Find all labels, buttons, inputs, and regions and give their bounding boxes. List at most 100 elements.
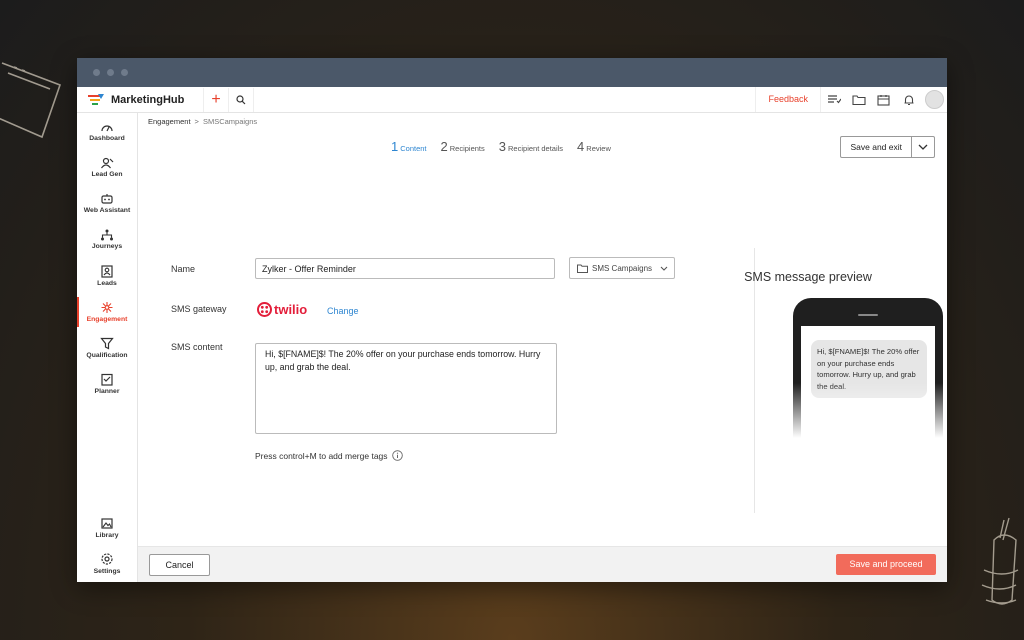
change-gateway-link[interactable]: Change — [327, 306, 359, 316]
breadcrumb-separator: > — [194, 117, 199, 126]
step-number: 1 — [391, 139, 399, 154]
window-dot[interactable] — [93, 69, 100, 76]
sidebar: Dashboard Lead Gen Web Assistant Journey… — [77, 113, 138, 582]
sidebar-item-journeys[interactable]: Journeys — [77, 222, 137, 258]
twilio-wordmark: twilio — [274, 302, 308, 317]
chevron-down-icon — [660, 266, 668, 271]
sidebar-item-label: Leads — [97, 279, 117, 287]
marketinghub-logo-icon — [88, 93, 104, 105]
step-label: Recipient details — [508, 144, 564, 153]
footer-bar: Cancel Save and proceed — [138, 546, 947, 582]
step-label: Review — [586, 144, 611, 153]
folder-icon — [851, 95, 866, 105]
feedback-link[interactable]: Feedback — [755, 87, 821, 112]
sidebar-item-label: Dashboard — [89, 134, 125, 142]
window-dot[interactable] — [107, 69, 114, 76]
add-button[interactable]: + — [203, 87, 229, 112]
save-options-dropdown[interactable] — [911, 137, 934, 157]
planner-icon — [101, 374, 113, 387]
search-icon — [236, 94, 246, 104]
step-number: 3 — [498, 139, 507, 154]
sidebar-item-settings[interactable]: Settings — [77, 546, 137, 582]
sidebar-item-lead-gen[interactable]: Lead Gen — [77, 149, 137, 185]
step-recipient-details[interactable]: 3 Recipient details — [499, 139, 563, 154]
save-and-exit-button[interactable]: Save and exit — [841, 137, 911, 157]
phone-fade — [793, 383, 943, 438]
folder-button[interactable] — [846, 87, 871, 112]
sidebar-item-engagement[interactable]: Engagement — [77, 294, 137, 330]
sms-content-label: SMS content — [171, 342, 223, 352]
info-icon[interactable] — [391, 450, 403, 461]
sidebar-item-label: Settings — [93, 568, 121, 576]
app-name: MarketingHub — [111, 93, 185, 106]
breadcrumb-parent[interactable]: Engagement — [148, 117, 191, 126]
sidebar-item-label: Web Assistant — [83, 206, 131, 214]
task-list-icon — [827, 95, 841, 104]
sidebar-item-library[interactable]: Library — [77, 510, 137, 546]
library-icon — [101, 518, 113, 529]
sidebar-item-web-assistant[interactable]: Web Assistant — [77, 185, 137, 221]
merge-tag-hint: Press control+M to add merge tags — [255, 450, 403, 461]
calendar-icon — [877, 94, 890, 106]
step-number: 4 — [577, 139, 585, 154]
sidebar-item-label: Journeys — [91, 243, 123, 251]
folder-icon — [577, 264, 588, 273]
campaign-name-input[interactable]: Zylker - Offer Reminder — [255, 258, 555, 279]
search-button[interactable] — [229, 87, 254, 112]
brand[interactable]: MarketingHub — [77, 93, 197, 107]
phone-mockup: Hi, $[FNAME]$! The 20% offer on your pur… — [793, 298, 943, 438]
step-content[interactable]: 1 Content — [391, 139, 427, 154]
sidebar-item-dashboard[interactable]: Dashboard — [77, 113, 137, 149]
lead-gen-icon — [101, 157, 114, 169]
preview-title: SMS message preview — [744, 270, 872, 284]
folder-select-value: SMS Campaigns — [592, 263, 653, 273]
save-and-exit-group: Save and exit — [840, 136, 935, 158]
settings-icon — [101, 553, 113, 566]
dashboard-icon — [101, 125, 113, 131]
notifications-button[interactable] — [896, 87, 921, 112]
step-label: Recipients — [449, 144, 485, 153]
avatar[interactable] — [925, 90, 944, 109]
bottle-doodle-icon — [981, 517, 1019, 605]
engagement-icon — [101, 302, 113, 314]
folder-select[interactable]: SMS Campaigns — [569, 257, 675, 279]
name-label: Name — [171, 264, 196, 274]
save-and-proceed-button[interactable]: Save and proceed — [836, 554, 936, 575]
window-dot[interactable] — [121, 69, 128, 76]
merge-tag-hint-text: Press control+M to add merge tags — [255, 450, 388, 461]
wizard-steps: 1 Content 2 Recipients 3 Recipient details … — [391, 139, 611, 154]
step-number: 2 — [440, 139, 448, 154]
qualification-icon — [100, 338, 114, 350]
leads-icon — [101, 265, 113, 278]
step-review[interactable]: 4 Review — [577, 139, 611, 154]
twilio-icon — [257, 302, 272, 317]
breadcrumb: Engagement > SMSCampaigns — [148, 117, 257, 126]
twilio-logo: twilio — [257, 302, 307, 317]
preview-divider — [754, 248, 755, 513]
laptop-doodle-icon — [0, 62, 62, 139]
bell-icon — [904, 94, 913, 105]
web-assistant-icon — [101, 193, 113, 204]
sms-gateway-label: SMS gateway — [171, 304, 227, 314]
step-label: Content — [400, 144, 427, 153]
sidebar-item-label: Library — [95, 531, 119, 539]
sidebar-item-label: Planner — [94, 388, 120, 396]
step-recipients[interactable]: 2 Recipients — [441, 139, 485, 154]
chevron-down-icon — [918, 144, 928, 150]
task-list-button[interactable] — [821, 87, 846, 112]
sidebar-item-qualification[interactable]: Qualification — [77, 330, 137, 366]
sidebar-item-label: Qualification — [86, 352, 128, 360]
sidebar-item-leads[interactable]: Leads — [77, 258, 137, 294]
sidebar-item-planner[interactable]: Planner — [77, 366, 137, 402]
plus-icon: + — [211, 90, 221, 108]
cancel-button[interactable]: Cancel — [149, 554, 210, 576]
breadcrumb-current: SMSCampaigns — [202, 117, 258, 126]
top-navbar: MarketingHub + Feedback — [77, 87, 947, 113]
journeys-icon — [101, 229, 113, 241]
app-window: MarketingHub + Feedback Dashboard Lead G… — [77, 58, 947, 582]
phone-speaker — [858, 314, 878, 316]
window-titlebar — [77, 58, 947, 87]
main-content: Engagement > SMSCampaigns 1 Content 2 Recipi… — [138, 113, 947, 582]
sms-content-textarea[interactable]: Hi, $[FNAME]$! The 20% offer on your pur… — [255, 343, 557, 434]
calendar-button[interactable] — [871, 87, 896, 112]
